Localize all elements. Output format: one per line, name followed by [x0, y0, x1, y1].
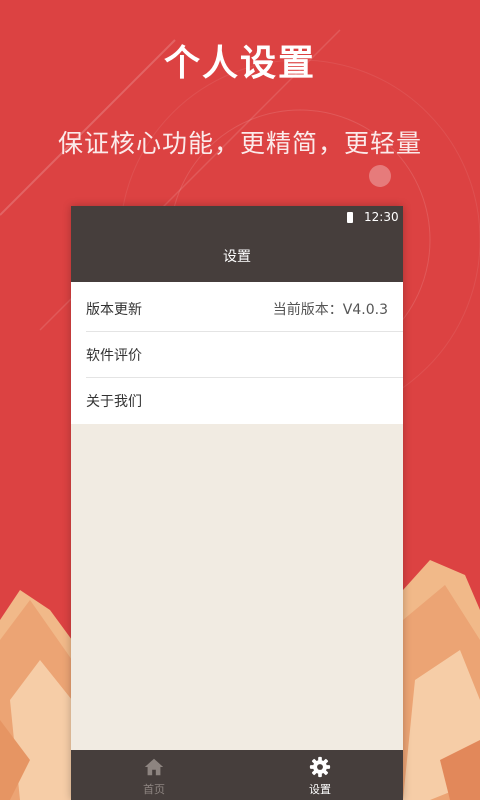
tab-settings[interactable]: 设置: [237, 750, 403, 800]
battery-icon: [347, 212, 353, 223]
phone-mockup: 12:30 设置 版本更新 当前版本：V4.0.3 软件评价 关于我们 首页 设…: [71, 206, 403, 800]
tab-bar: 首页 设置: [71, 750, 403, 800]
page-title: 设置: [223, 249, 251, 265]
promo-title: 个人设置: [163, 43, 316, 84]
status-bar: 12:30: [71, 206, 403, 230]
settings-item-version-update[interactable]: 版本更新 当前版本：V4.0.3: [71, 286, 403, 332]
settings-item-rate-app[interactable]: 软件评价: [71, 332, 403, 378]
gear-icon: [309, 756, 331, 778]
settings-item-label: 关于我们: [86, 394, 142, 410]
home-icon: [144, 758, 164, 776]
tab-home[interactable]: 首页: [71, 750, 237, 800]
status-time: 12:30: [364, 210, 399, 224]
settings-item-label: 版本更新: [86, 302, 142, 318]
settings-list: 版本更新 当前版本：V4.0.3 软件评价 关于我们: [71, 282, 403, 424]
current-version-value: 当前版本：V4.0.3: [272, 302, 388, 318]
tab-label: 首页: [143, 783, 165, 796]
tab-label: 设置: [309, 783, 331, 796]
settings-item-label: 软件评价: [86, 348, 142, 364]
settings-item-about-us[interactable]: 关于我们: [71, 378, 403, 424]
nav-bar: 设置: [71, 230, 403, 282]
promo-subtitle: 保证核心功能，更精简，更轻量: [57, 129, 422, 158]
